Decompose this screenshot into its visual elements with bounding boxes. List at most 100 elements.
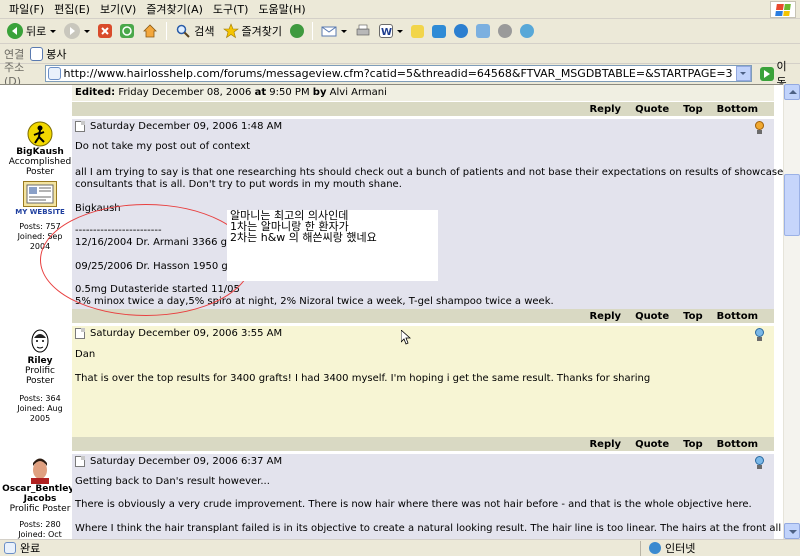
edit-dropdown-icon: [396, 29, 403, 33]
bottom-button[interactable]: Bottom: [717, 104, 758, 115]
refresh-button[interactable]: [117, 20, 137, 42]
post-line: consultants that is all. Don't try to pu…: [75, 179, 402, 190]
favorites-button[interactable]: 즐겨찾기: [220, 20, 285, 42]
post-line: Do not take my post out of context: [75, 141, 251, 152]
ie-page-icon: [47, 67, 61, 80]
extra-button[interactable]: [517, 20, 537, 42]
toolbar-separator: [166, 22, 168, 40]
print-button[interactable]: [352, 20, 374, 42]
avatar: [28, 328, 52, 356]
bottom-button[interactable]: Bottom: [717, 439, 758, 450]
scroll-up-button[interactable]: [784, 84, 800, 100]
menu-favorites[interactable]: 즐겨찾기(A): [141, 1, 208, 17]
messenger-button[interactable]: [429, 20, 449, 42]
menu-file[interactable]: 파일(F): [4, 1, 49, 17]
post-riley: Saturday December 09, 2006 3:55 AM Dan T…: [72, 326, 774, 437]
post-actions-bar: Reply Quote Top Bottom: [72, 437, 774, 451]
top-button[interactable]: Top: [683, 439, 703, 450]
discuss-button[interactable]: [408, 20, 427, 42]
mail-button[interactable]: [318, 20, 350, 42]
search-button[interactable]: 검색: [172, 20, 217, 42]
back-button[interactable]: 뒤로: [4, 20, 59, 42]
browser-window: 파일(F) 편집(E) 보기(V) 즐겨찾기(A) 도구(T) 도움말(H) 뒤…: [0, 0, 800, 556]
word-icon: W: [378, 24, 393, 38]
quote-button[interactable]: Quote: [635, 439, 669, 450]
puzzle-icon: [475, 24, 490, 38]
username[interactable]: Oscar_Bentley-Jacobs: [0, 484, 80, 504]
edit-button[interactable]: W: [376, 20, 406, 42]
address-dropdown-button[interactable]: [735, 66, 751, 81]
quote-button[interactable]: Quote: [635, 104, 669, 115]
research-button[interactable]: [451, 20, 471, 42]
post-line: That is over the top results for 3400 gr…: [75, 373, 651, 384]
scroll-down-button[interactable]: [784, 523, 800, 539]
post-line: Where I think the hair transplant failed…: [75, 523, 783, 534]
chevron-down-icon: [740, 72, 747, 75]
annotation-line: 2차는 h&w 의 해쓴씨랑 했네요: [230, 231, 377, 244]
address-url[interactable]: http://www.hairlosshelp.com/forums/messa…: [64, 67, 733, 80]
lightbulb-orange-icon: [753, 121, 766, 135]
post-line: Getting back to Dan's result however...: [75, 476, 270, 487]
top-button[interactable]: Top: [683, 104, 703, 115]
toolbar-separator: [311, 22, 313, 40]
media-button[interactable]: [287, 20, 307, 42]
avatar: [29, 456, 51, 484]
page-done-icon: [4, 542, 16, 554]
menu-help[interactable]: 도움말(H): [253, 1, 310, 17]
top-button[interactable]: Top: [683, 311, 703, 322]
refresh-icon: [120, 24, 135, 38]
quote-button[interactable]: Quote: [635, 311, 669, 322]
links-bar: 연결 봉사: [0, 44, 800, 64]
korean-annotation-box: 알마니는 최고의 의사인데 1차는 알마니랑 한 환자가 2차는 h&w 의 해…: [227, 210, 438, 281]
user-panel-riley: Riley Prolific Poster Posts: 364 Joined:…: [8, 326, 72, 446]
discuss-icon: [410, 24, 424, 38]
menu-edit[interactable]: 편집(E): [49, 1, 95, 17]
status-text: 완료: [20, 542, 41, 555]
avatar: [27, 121, 53, 147]
edited-by: by: [312, 87, 327, 98]
user-title: Prolific Poster: [25, 366, 55, 386]
vertical-scrollbar[interactable]: [783, 84, 800, 539]
mouse-cursor-icon: [401, 330, 411, 345]
status-zone: 인터넷: [640, 540, 695, 556]
my-website-link[interactable]: MY WEBSITE: [8, 208, 72, 216]
lightbulb-blue-icon: [753, 328, 766, 342]
globe-icon: [519, 24, 534, 38]
scroll-thumb[interactable]: [784, 174, 800, 236]
user-stats: Posts: 364 Joined: Aug 2005: [17, 394, 63, 423]
edited-prefix: Edited:: [75, 87, 116, 98]
user-panel-oscar: Oscar_Bentley-Jacobs Prolific Poster Pos…: [2, 454, 78, 539]
research-icon: [453, 24, 468, 38]
search-icon: [175, 23, 191, 39]
tools-extra-button[interactable]: [473, 20, 493, 42]
toolbar: 뒤로 검색 즐겨찾기 W: [0, 19, 800, 44]
forward-button[interactable]: [61, 20, 93, 42]
settings-button[interactable]: [495, 20, 515, 42]
reply-button[interactable]: Reply: [589, 439, 621, 450]
username[interactable]: BigKaush: [8, 147, 72, 157]
website-icon[interactable]: [23, 181, 57, 207]
status-left: 완료: [0, 540, 640, 556]
post-line: all I am trying to say is that one resea…: [75, 167, 783, 178]
back-label: 뒤로: [26, 25, 47, 38]
bottom-button[interactable]: Bottom: [717, 311, 758, 322]
stop-button[interactable]: [95, 20, 115, 42]
home-button[interactable]: [139, 20, 161, 42]
edited-note: Edited: Friday December 08, 2006 at 9:50…: [72, 85, 774, 101]
menu-view[interactable]: 보기(V): [95, 1, 141, 17]
username[interactable]: Riley: [8, 356, 72, 366]
red-circle-annotation: [40, 204, 252, 316]
lightbulb-blue-icon: [753, 456, 766, 470]
status-bar: 완료 인터넷: [0, 539, 800, 556]
post-date: Saturday December 09, 2006 1:48 AM: [90, 120, 283, 132]
menu-tools[interactable]: 도구(T): [208, 1, 254, 17]
reply-button[interactable]: Reply: [589, 311, 621, 322]
post-header: Saturday December 09, 2006 3:55 AM: [72, 326, 774, 340]
star-icon: [222, 23, 239, 39]
reply-button[interactable]: Reply: [589, 104, 621, 115]
address-input[interactable]: http://www.hairlosshelp.com/forums/messa…: [44, 65, 752, 82]
edited-at: at: [254, 87, 267, 98]
post-date: Saturday December 09, 2006 3:55 AM: [90, 327, 283, 339]
mail-dropdown-icon: [340, 29, 347, 33]
stop-icon: [98, 24, 113, 38]
